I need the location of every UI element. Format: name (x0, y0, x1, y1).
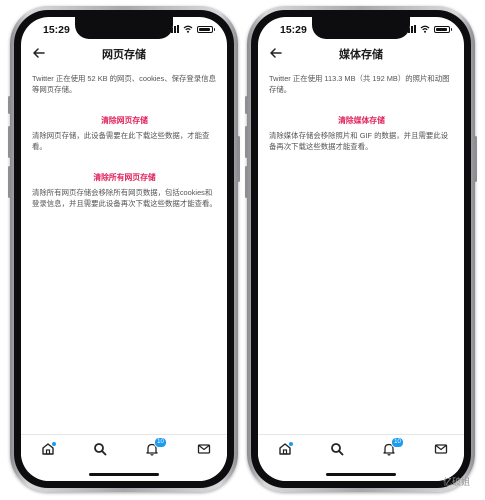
home-indicator[interactable] (89, 473, 159, 476)
content: Twitter 正在使用 52 KB 的网页、cookies、保存登录信息等网页… (32, 73, 217, 216)
status-bar: 15:29 (21, 17, 227, 41)
search-icon[interactable] (330, 442, 346, 458)
volume-down-button (245, 166, 248, 198)
clear-media-storage-button[interactable]: 清除媒体存储 (269, 115, 454, 126)
bell-icon[interactable]: 10 (145, 437, 167, 458)
home-new-dot (289, 442, 293, 446)
watermark: 亿破姐 (443, 477, 471, 487)
bezel: 15:29 媒体存储 Twitter 正在使用 113.3 MB（共 192 M… (251, 10, 471, 488)
home-indicator[interactable] (326, 473, 396, 476)
status-icons (405, 25, 452, 33)
page-title: 媒体存储 (339, 49, 383, 61)
volume-up-button (245, 126, 248, 158)
clear-media-storage-note: 清除媒体存储会移除照片和 GIF 的数据，并且需要此设备再次下载这些数据才能查看… (269, 131, 449, 151)
mail-icon[interactable] (434, 442, 450, 458)
nav-bar: 网页存储 (21, 44, 227, 64)
home-new-dot (52, 442, 56, 446)
status-time: 15:29 (43, 24, 70, 36)
notification-badge: 10 (154, 437, 167, 448)
phone-frame-left: 15:29 网页存储 Twitter 正在使用 52 KB 的网页、cookie… (8, 6, 240, 492)
storage-description: Twitter 正在使用 52 KB 的网页、cookies、保存登录信息等网页… (32, 74, 216, 94)
clear-all-web-storage-note: 清除所有网页存储会移除所有网页数据，包括cookies和登录信息，并且需要此设备… (32, 188, 217, 208)
nav-bar: 媒体存储 (258, 44, 464, 64)
clear-web-storage-button[interactable]: 清除网页存储 (32, 115, 217, 126)
screen-media-storage: 15:29 媒体存储 Twitter 正在使用 113.3 MB（共 192 M… (258, 17, 464, 481)
home-icon[interactable] (278, 442, 294, 458)
wifi-icon (420, 25, 430, 33)
mute-switch (8, 96, 11, 114)
home-icon[interactable] (41, 442, 57, 458)
notification-badge: 10 (391, 437, 404, 448)
status-bar: 15:29 (258, 17, 464, 41)
battery-icon (434, 25, 452, 33)
storage-description: Twitter 正在使用 113.3 MB（共 192 MB）的照片和动图存储。 (269, 74, 450, 94)
phone-frame-right: 15:29 媒体存储 Twitter 正在使用 113.3 MB（共 192 M… (245, 6, 477, 492)
search-icon[interactable] (93, 442, 109, 458)
battery-icon (197, 25, 215, 33)
screen-web-storage: 15:29 网页存储 Twitter 正在使用 52 KB 的网页、cookie… (21, 17, 227, 481)
power-button (237, 136, 240, 182)
clear-all-web-storage-button[interactable]: 清除所有网页存储 (32, 172, 217, 183)
mute-switch (245, 96, 248, 114)
power-button (474, 136, 477, 182)
tab-bar: 10 (21, 434, 227, 481)
page-title: 网页存储 (102, 49, 146, 61)
volume-up-button (8, 126, 11, 158)
wifi-icon (183, 25, 193, 33)
volume-down-button (8, 166, 11, 198)
cellular-signal-icon (405, 25, 416, 33)
content: Twitter 正在使用 113.3 MB（共 192 MB）的照片和动图存储。… (269, 73, 454, 159)
cellular-signal-icon (168, 25, 179, 33)
bell-icon[interactable]: 10 (382, 437, 404, 458)
status-time: 15:29 (280, 24, 307, 36)
tab-bar: 10 (258, 434, 464, 481)
mail-icon[interactable] (197, 442, 213, 458)
clear-web-storage-note: 清除网页存储，此设备需要在此下载这些数据，才能查看。 (32, 131, 210, 151)
status-icons (168, 25, 215, 33)
bezel: 15:29 网页存储 Twitter 正在使用 52 KB 的网页、cookie… (14, 10, 234, 488)
